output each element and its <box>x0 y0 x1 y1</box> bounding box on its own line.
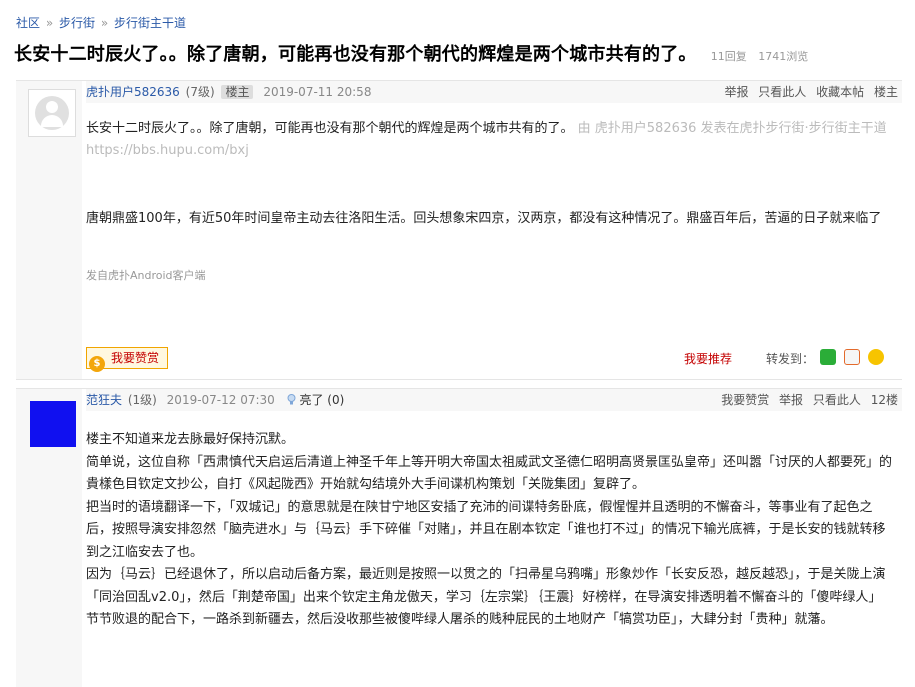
paragraph: 把当时的语境翻译一下，「双城记」的意思就是在陕甘宁地区安插了充沛的间谍特务卧底，… <box>86 499 886 560</box>
author-level: (1级) <box>127 393 157 407</box>
post-actions: 我要赞赏 举报 只看此人 12楼 <box>715 389 898 411</box>
avatar[interactable] <box>30 401 76 447</box>
breadcrumb-community[interactable]: 社区 <box>16 16 40 30</box>
share-label: 转发到： <box>766 352 815 366</box>
post-2-sidebar <box>16 389 82 687</box>
post-time: 2019-07-11 20:58 <box>263 85 372 99</box>
tip-button[interactable]: $ 我要赞赏 <box>86 347 169 372</box>
post-2-body: 楼主不知道来龙去脉最好保持沉默。 简单说，这位自称「西肃慎代天启运后清道上神圣千… <box>86 429 892 632</box>
breadcrumb: 社区 » 步行街 » 步行街主干道 <box>16 14 186 31</box>
qzone-icon[interactable] <box>868 349 885 365</box>
post-2: 范狂夫 (1级) 2019-07-12 07:30 亮了 (0) 我要赞赏 举报… <box>16 388 902 687</box>
post-1-body-first: 长安十二时辰火了。。除了唐朝，可能再也没有那个朝代的辉煌是两个城市共有的了。 由… <box>86 118 892 162</box>
only-author-link[interactable]: 只看此人 <box>758 85 806 99</box>
report-link[interactable]: 举报 <box>724 85 748 99</box>
report-link[interactable]: 举报 <box>779 393 803 407</box>
post-actions: 举报 只看此人 收藏本帖 楼主 <box>718 81 898 103</box>
post-time: 2019-07-12 07:30 <box>166 393 275 407</box>
only-author-link[interactable]: 只看此人 <box>813 393 861 407</box>
post-text: 长安十二时辰火了。。除了唐朝，可能再也没有那个朝代的辉煌是两个城市共有的了。 <box>86 121 574 136</box>
op-badge: 楼主 <box>221 85 254 99</box>
breadcrumb-separator: » <box>45 16 54 30</box>
floor-label: 12楼 <box>870 393 898 407</box>
paragraph: 因为｛马云｝已经退休了，所以启动后备方案，最近则是按照一以贯之的「扫帚星乌鸦嘴」… <box>86 567 886 627</box>
paragraph: 楼主不知道来龙去脉最好保持沉默。 <box>86 432 295 447</box>
wechat-icon[interactable] <box>820 349 836 365</box>
tip-link[interactable]: 我要赞赏 <box>721 393 769 407</box>
post-1-header: 虎扑用户582636 (7级) 楼主 2019-07-11 20:58 举报 只… <box>86 81 902 103</box>
avatar[interactable] <box>28 89 76 137</box>
author-name[interactable]: 虎扑用户582636 <box>86 85 180 99</box>
lightbulb-icon[interactable] <box>287 394 296 405</box>
breadcrumb-main-road[interactable]: 步行街主干道 <box>114 16 186 30</box>
breadcrumb-separator: » <box>100 16 109 30</box>
post-1: 虎扑用户582636 (7级) 楼主 2019-07-11 20:58 举报 只… <box>16 80 902 380</box>
coin-icon: $ <box>89 356 105 372</box>
breadcrumb-street[interactable]: 步行街 <box>59 16 95 30</box>
weibo-icon[interactable] <box>844 349 861 365</box>
thread-stats: 11回复 1741浏览 <box>711 50 817 63</box>
recommend-link[interactable]: 我要推荐 <box>684 350 732 367</box>
floor-label: 楼主 <box>873 85 898 99</box>
share-icons <box>820 349 888 365</box>
reply-count: 11回复 <box>710 50 747 63</box>
bright-count[interactable]: 亮了 (0) <box>299 393 344 407</box>
post-1-sidebar <box>16 81 82 379</box>
author-name[interactable]: 范狂夫 <box>86 393 122 407</box>
paragraph: 简单说，这位自称「西肃慎代天启运后清道上神圣千年上等开明大帝国太祖威武文圣德仁昭… <box>86 454 893 493</box>
author-level: (7级) <box>185 85 215 99</box>
favorite-link[interactable]: 收藏本帖 <box>816 85 864 99</box>
thread-header: 长安十二时辰火了。。除了唐朝，可能再也没有那个朝代的辉煌是两个城市共有的了。 1… <box>14 40 909 66</box>
view-count: 1741浏览 <box>758 50 809 63</box>
thread-title: 长安十二时辰火了。。除了唐朝，可能再也没有那个朝代的辉煌是两个城市共有的了。 <box>14 44 697 65</box>
post-1-footer: $ 我要赞赏 我要推荐 转发到： <box>86 347 896 372</box>
post-1-body-second: 唐朝鼎盛100年，有近50年时间皇帝主动去往洛阳生活。回头想象宋四京，汉两京，都… <box>86 211 882 226</box>
post-2-header: 范狂夫 (1级) 2019-07-12 07:30 亮了 (0) 我要赞赏 举报… <box>86 389 902 411</box>
tip-label: 我要赞赏 <box>111 351 160 365</box>
client-note: 发自虎扑Android客户端 <box>86 269 206 282</box>
